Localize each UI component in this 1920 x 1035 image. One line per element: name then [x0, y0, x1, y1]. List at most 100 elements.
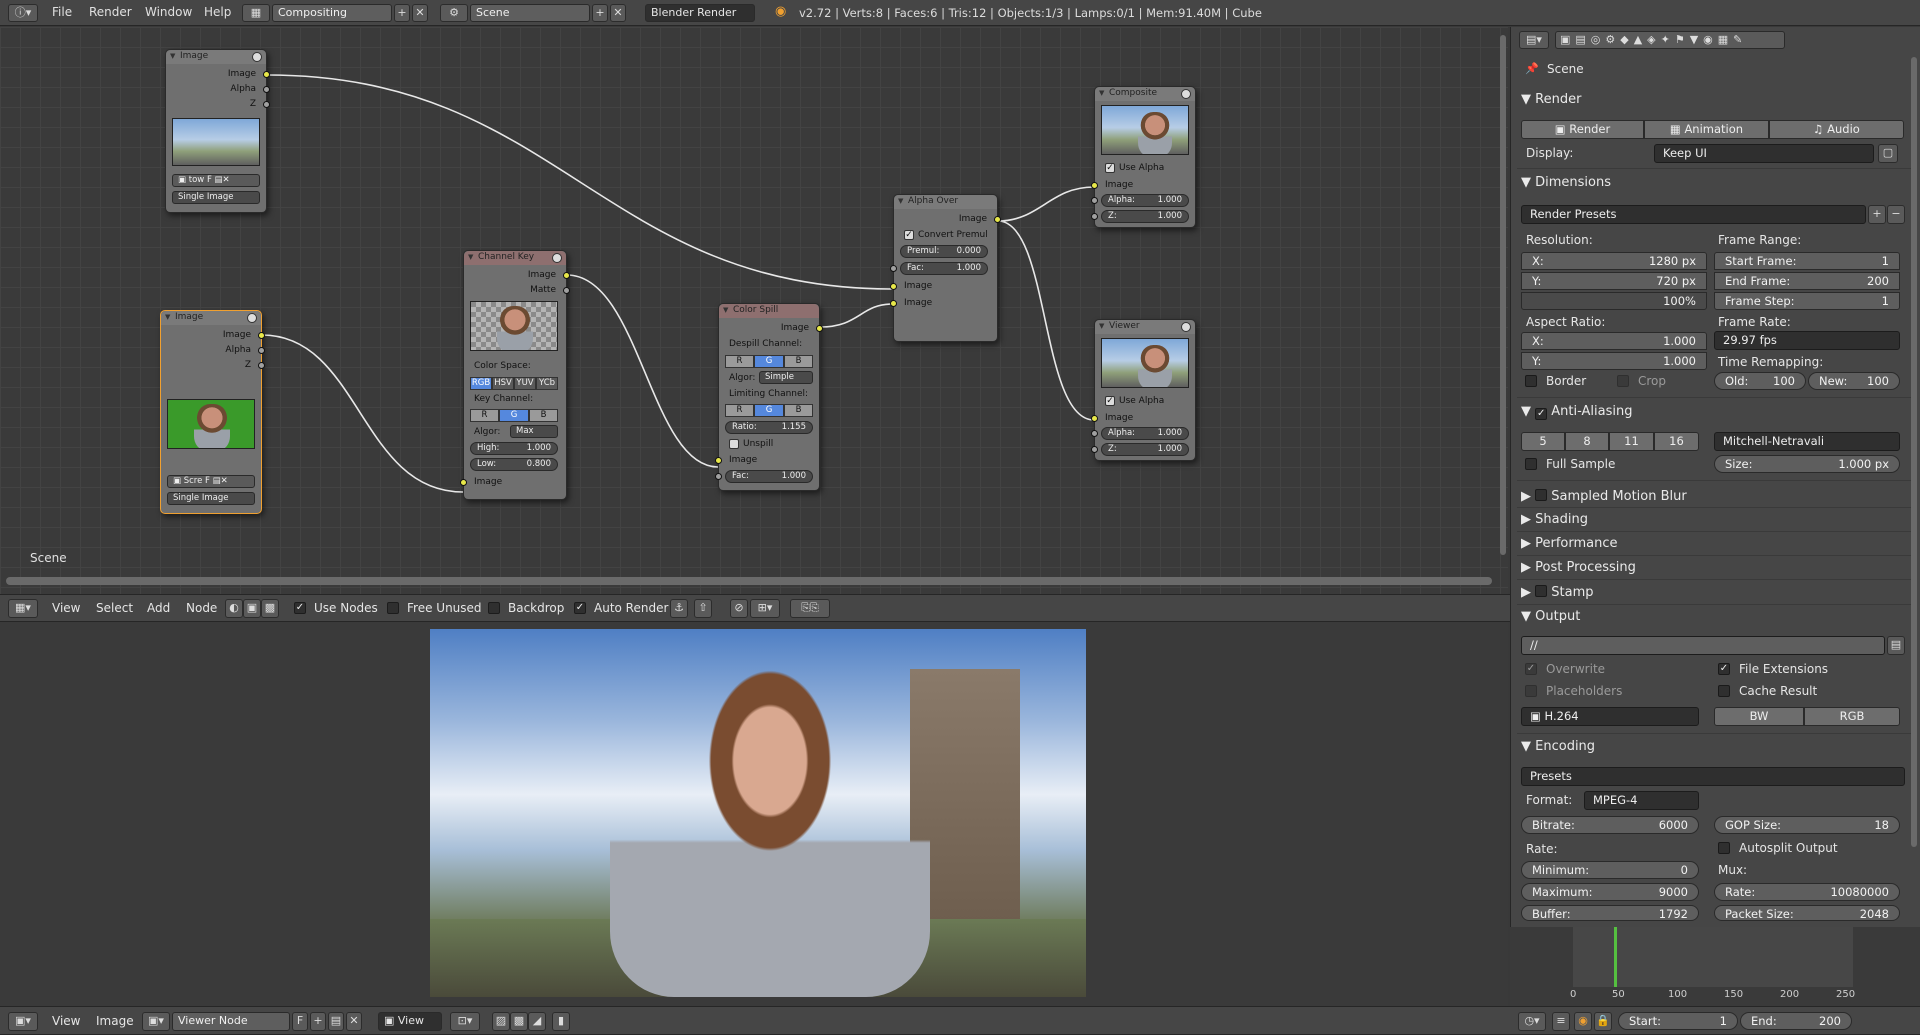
socket-image-out[interactable] — [816, 325, 823, 332]
aa-samples-11[interactable]: 11 — [1609, 432, 1654, 451]
properties-scrollbar[interactable] — [1911, 57, 1917, 847]
use-nodes-checkbox[interactable]: ✓ — [294, 602, 306, 614]
display-dropdown[interactable]: Keep UI — [1654, 144, 1874, 163]
shading-panel-header[interactable]: ▶ Shading — [1521, 512, 1588, 527]
timeline-editor[interactable]: 0 50 100 150 200 250 — [1510, 927, 1920, 1007]
file-extensions-checkbox[interactable]: ✓ — [1718, 663, 1730, 675]
encoding-panel-header[interactable]: ▼ Encoding — [1521, 739, 1595, 754]
delete-scene-icon[interactable]: ✕ — [610, 4, 626, 22]
aa-size-field[interactable]: Size: 1.000 px — [1714, 455, 1900, 473]
scene-icon[interactable]: ⚙ — [440, 4, 468, 22]
socket-image-out[interactable] — [563, 272, 570, 279]
time-old-field[interactable]: Old: 100 — [1714, 372, 1806, 390]
resolution-percentage-field[interactable]: 100% — [1521, 292, 1707, 310]
anti-aliasing-checkbox[interactable]: ✓ — [1535, 408, 1548, 420]
despill-channel-g[interactable]: G — [754, 355, 784, 368]
socket-z-out[interactable] — [263, 101, 270, 108]
socket-alpha-out[interactable] — [263, 86, 270, 93]
open-image-icon[interactable]: ▤ — [328, 1012, 344, 1031]
timeline-end-field[interactable]: End: 200 — [1740, 1012, 1852, 1030]
menu-select[interactable]: Select — [96, 601, 133, 615]
menu-add[interactable]: Add — [147, 601, 170, 615]
node-editor[interactable]: ▼ Image Image Alpha Z ▣ tow F ▤✕ Single I… — [0, 27, 1508, 594]
key-channel-b[interactable]: B — [529, 409, 558, 422]
border-checkbox[interactable] — [1525, 375, 1537, 387]
image-node-1[interactable]: ▼ Image Image Alpha Z ▣ tow F ▤✕ Single I… — [165, 49, 270, 213]
keying-icon[interactable]: ◉ — [1574, 1012, 1592, 1031]
stamp-panel-header[interactable]: ▶ Stamp — [1521, 584, 1594, 600]
editor-type-icon[interactable]: ▣▾ — [8, 1012, 38, 1031]
mux-rate-field[interactable]: Rate: 10080000 — [1714, 883, 1900, 901]
output-folder-icon[interactable]: ▤ — [1887, 636, 1905, 655]
image-browse-icon[interactable]: ▣▾ — [142, 1012, 170, 1031]
free-unused-checkbox[interactable] — [387, 602, 399, 614]
image-datablock[interactable]: ▣ Scre F ▤✕ — [167, 475, 255, 488]
link-icon[interactable]: ⊘ — [730, 599, 748, 618]
socket-image-in[interactable] — [1091, 182, 1098, 189]
viewer-node[interactable]: ▼ Viewer ✓ Use Alpha Image Alpha: 1.000 Z:… — [1091, 319, 1196, 461]
dimensions-panel-header[interactable]: ▼ Dimensions — [1521, 175, 1611, 190]
crop-checkbox[interactable] — [1617, 375, 1629, 387]
shader-nodes-icon[interactable]: ◐ — [225, 599, 243, 618]
autosplit-checkbox[interactable] — [1718, 842, 1730, 854]
render-presets-dropdown[interactable]: Render Presets — [1521, 205, 1866, 224]
timeline-editor-type-icon[interactable]: ◷▾ — [1518, 1012, 1546, 1031]
alpha-over-node[interactable]: ▼ Alpha Over Image ✓ Convert Premul Premu… — [890, 194, 1001, 342]
buffer-field[interactable]: Buffer: 1792 — [1521, 905, 1699, 921]
color-mode-bw[interactable]: BW — [1714, 707, 1804, 726]
frame-rate-dropdown[interactable]: 29.97 fps — [1714, 331, 1900, 350]
high-field[interactable]: High: 1.000 — [470, 442, 558, 455]
socket-image-in[interactable] — [1091, 415, 1098, 422]
vertical-scrollbar[interactable] — [1500, 35, 1506, 555]
channel-key-node[interactable]: ▼ Channel Key Image Matte Color Space: RG… — [460, 250, 570, 500]
new-image-icon[interactable]: + — [310, 1012, 326, 1031]
packet-size-field[interactable]: Packet Size: 2048 — [1714, 905, 1900, 921]
socket-fac-in[interactable] — [715, 473, 722, 480]
add-preset-icon[interactable]: + — [1868, 205, 1886, 224]
node-preview-icon[interactable] — [1181, 322, 1191, 332]
display-alpha-icon[interactable]: ▩ — [510, 1012, 528, 1031]
node-preview-icon[interactable] — [252, 52, 262, 62]
color-mode-rgb[interactable]: RGB — [1804, 707, 1900, 726]
screen-layout-icon[interactable]: ▦ — [242, 4, 270, 22]
limit-channel-r[interactable]: R — [725, 404, 754, 417]
info-editor-type-icon[interactable]: ⓘ▾ — [8, 4, 38, 22]
color-spill-node[interactable]: ▼ Color Spill Image Despill Channel: R G … — [715, 303, 823, 491]
menu-image[interactable]: Image — [96, 1014, 134, 1028]
resolution-x-field[interactable]: X: 1280 px — [1521, 252, 1707, 270]
gop-size-field[interactable]: GOP Size: 18 — [1714, 816, 1900, 834]
alpha-field[interactable]: Alpha: 1.000 — [1101, 427, 1189, 440]
render-tab-icon[interactable]: ▣▤◎⚙◆▲◈✦⚑▼◉▦✎ — [1560, 33, 1747, 46]
color-space-ycc[interactable]: YCb — [536, 377, 558, 390]
aa-samples-5[interactable]: 5 — [1521, 432, 1565, 451]
motion-blur-panel-header[interactable]: ▶ Sampled Motion Blur — [1521, 488, 1687, 504]
pin-icon[interactable]: 📌 — [1525, 62, 1539, 75]
render-engine-dropdown[interactable]: Blender Render — [645, 4, 755, 22]
add-scene-icon[interactable]: + — [592, 4, 608, 22]
texture-nodes-icon[interactable]: ▩ — [261, 599, 279, 618]
menu-view[interactable]: View — [52, 601, 80, 615]
use-alpha-checkbox[interactable]: ✓ — [1105, 163, 1115, 173]
socket-z-in[interactable] — [1091, 446, 1098, 453]
render-button[interactable]: ▣ Render — [1521, 120, 1644, 139]
node-preview-icon[interactable] — [1181, 89, 1191, 99]
copy-paste-icon[interactable]: ⎘⎘ — [790, 599, 830, 618]
render-slot-icon[interactable]: ▮ — [552, 1012, 570, 1031]
socket-matte-out[interactable] — [563, 287, 570, 294]
node-preview-icon[interactable] — [247, 313, 257, 323]
post-processing-panel-header[interactable]: ▶ Post Processing — [1521, 560, 1636, 575]
animation-button[interactable]: ▦ Animation — [1644, 120, 1769, 139]
performance-panel-header[interactable]: ▶ Performance — [1521, 536, 1618, 551]
z-field[interactable]: Z: 1.000 — [1101, 443, 1189, 456]
key-channel-g[interactable]: G — [499, 409, 529, 422]
timeline-start-field[interactable]: Start: 1 — [1618, 1012, 1738, 1030]
end-frame-field[interactable]: End Frame: 200 — [1714, 272, 1900, 290]
socket-image-in[interactable] — [460, 479, 467, 486]
image-datablock[interactable]: ▣ tow F ▤✕ — [172, 174, 260, 187]
use-alpha-checkbox[interactable]: ✓ — [1105, 396, 1115, 406]
socket-image-in[interactable] — [715, 457, 722, 464]
menu-node[interactable]: Node — [186, 601, 217, 615]
bitrate-field[interactable]: Bitrate: 6000 — [1521, 816, 1699, 834]
full-sample-checkbox[interactable] — [1525, 458, 1537, 470]
menu-window[interactable]: Window — [145, 5, 192, 19]
